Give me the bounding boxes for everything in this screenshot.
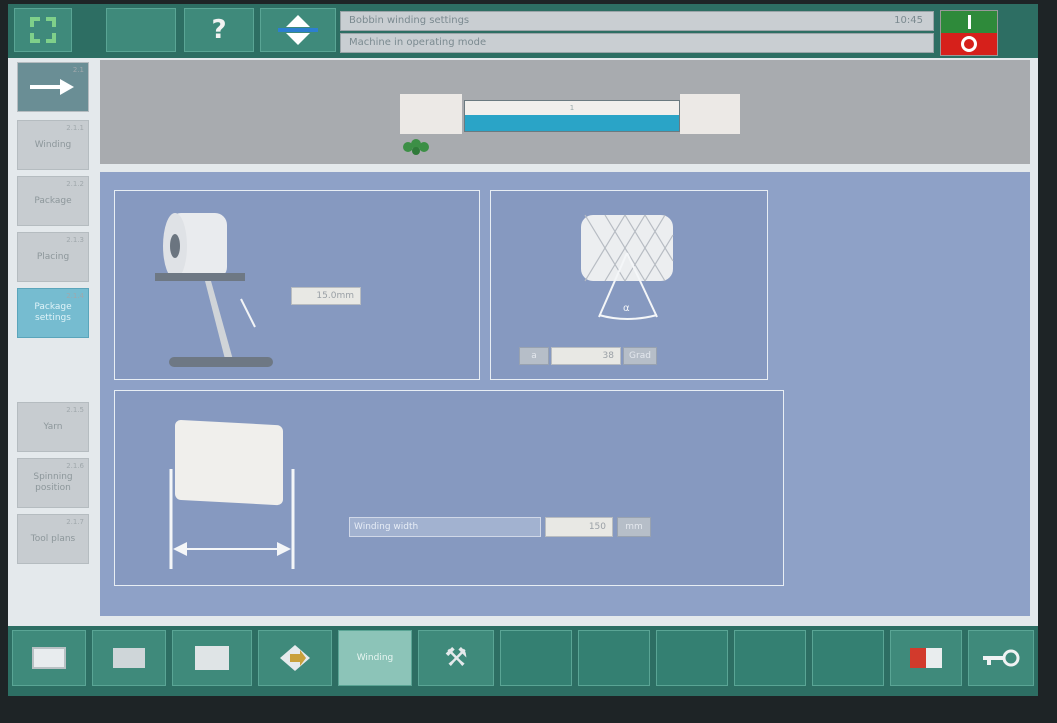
right-bobbin-block xyxy=(680,94,740,134)
power-switch[interactable] xyxy=(940,10,998,56)
winding-width-unit: mm xyxy=(617,517,651,537)
settings-area: 15.0mm α a 38 Grad Winding width 150 mm xyxy=(100,172,1030,616)
print-button[interactable] xyxy=(92,630,166,686)
function-button-4[interactable] xyxy=(734,630,806,686)
sidebar-item-label: Tool plans xyxy=(30,533,76,544)
winding-width-panel: Winding width 150 mm xyxy=(114,390,784,586)
clock-label: 10:45 xyxy=(894,15,923,26)
function-button-2[interactable] xyxy=(578,630,650,686)
machine-icon xyxy=(32,647,66,669)
power-on-button[interactable] xyxy=(941,11,997,33)
sidebar-item-label: Winding xyxy=(34,139,72,150)
winding-width-label: Winding width xyxy=(349,517,541,537)
printer-icon xyxy=(113,648,145,668)
question-icon: ? xyxy=(211,15,227,45)
function-button-1[interactable] xyxy=(500,630,572,686)
sidebar-item-label: Spinning position xyxy=(33,472,73,493)
sidebar-item-spinning-position[interactable]: 2.1.6 Spinning position xyxy=(17,458,89,508)
sidebar-item-label: Package settings xyxy=(34,302,72,323)
screen: ? Bobbin winding settings 10:45 Machine … xyxy=(8,4,1038,696)
sidebar-item-package[interactable]: 2.1.2 Package xyxy=(17,176,89,226)
package-tension-icon xyxy=(155,213,273,367)
left-navigation: 2.1 2.1.1 Winding 2.1.2 Package 2.1.3 Pl… xyxy=(8,58,98,628)
login-key-button[interactable] xyxy=(968,630,1034,686)
fullscreen-icon xyxy=(30,17,56,43)
sidebar-item-label: Placing xyxy=(36,251,70,262)
winding-width-icon xyxy=(169,420,295,569)
language-button[interactable] xyxy=(890,630,962,686)
transfer-button[interactable] xyxy=(258,630,332,686)
left-bobbin-block xyxy=(400,94,462,134)
home-button[interactable] xyxy=(12,630,86,686)
sidebar-item-yarn[interactable]: 2.1.5 Yarn xyxy=(17,402,89,452)
key-icon xyxy=(983,649,1020,667)
machine-header: 1 xyxy=(100,60,1030,164)
function-button-3[interactable] xyxy=(656,630,728,686)
sidebar-item-label: Package xyxy=(34,195,72,206)
winding-width-field[interactable]: 150 xyxy=(545,517,613,537)
arrow-transfer-icon xyxy=(280,645,310,671)
svg-text:α: α xyxy=(623,303,630,314)
winding-tab-button[interactable]: Winding xyxy=(338,630,412,686)
sidebar-item-back[interactable]: 2.1 xyxy=(17,62,89,112)
up-down-arrow-icon xyxy=(278,15,318,45)
status-message-1: Bobbin winding settings 10:45 xyxy=(340,11,934,31)
arrow-right-icon xyxy=(30,79,74,95)
power-off-button[interactable] xyxy=(941,33,997,55)
sidebar-item-winding[interactable]: 2.1.1 Winding xyxy=(17,120,89,170)
sidebar-item-package-settings[interactable]: 2.1.4 Package settings xyxy=(17,288,89,338)
crossing-angle-field[interactable]: 38 xyxy=(551,347,621,365)
clover-icon xyxy=(403,139,429,155)
bottom-toolbar: Winding ⚒ xyxy=(8,626,1038,696)
document-icon xyxy=(195,646,229,670)
angle-unit-label: Grad xyxy=(623,347,657,365)
blank-toolbar-button[interactable] xyxy=(106,8,176,52)
data-button[interactable] xyxy=(172,630,252,686)
fullscreen-button[interactable] xyxy=(14,8,72,52)
tension-panel: 15.0mm xyxy=(114,190,480,380)
scroll-up-down-button[interactable] xyxy=(260,8,336,52)
angle-prefix-label: a xyxy=(519,347,549,365)
power-off-icon xyxy=(961,36,977,52)
function-button-5[interactable] xyxy=(812,630,884,686)
sidebar-item-tool-plans[interactable]: 2.1.7 Tool plans xyxy=(17,514,89,564)
tools-button[interactable]: ⚒ xyxy=(418,630,494,686)
sidebar-item-label: Yarn xyxy=(43,421,63,432)
status-message-2: Machine in operating mode xyxy=(340,33,934,53)
progress-bar: 1 xyxy=(464,100,680,132)
progress-bar-fill xyxy=(465,114,679,131)
power-on-icon xyxy=(967,15,971,29)
wrench-icon: ⚒ xyxy=(444,643,468,673)
tension-value-field[interactable]: 15.0mm xyxy=(291,287,361,305)
sidebar-item-placing[interactable]: 2.1.3 Placing xyxy=(17,232,89,282)
flags-icon xyxy=(910,648,942,668)
top-toolbar: ? Bobbin winding settings 10:45 Machine … xyxy=(8,4,1038,58)
cross-wound-package-icon: α xyxy=(581,214,674,320)
crossing-angle-panel: α a 38 Grad xyxy=(490,190,768,380)
help-button[interactable]: ? xyxy=(184,8,254,52)
